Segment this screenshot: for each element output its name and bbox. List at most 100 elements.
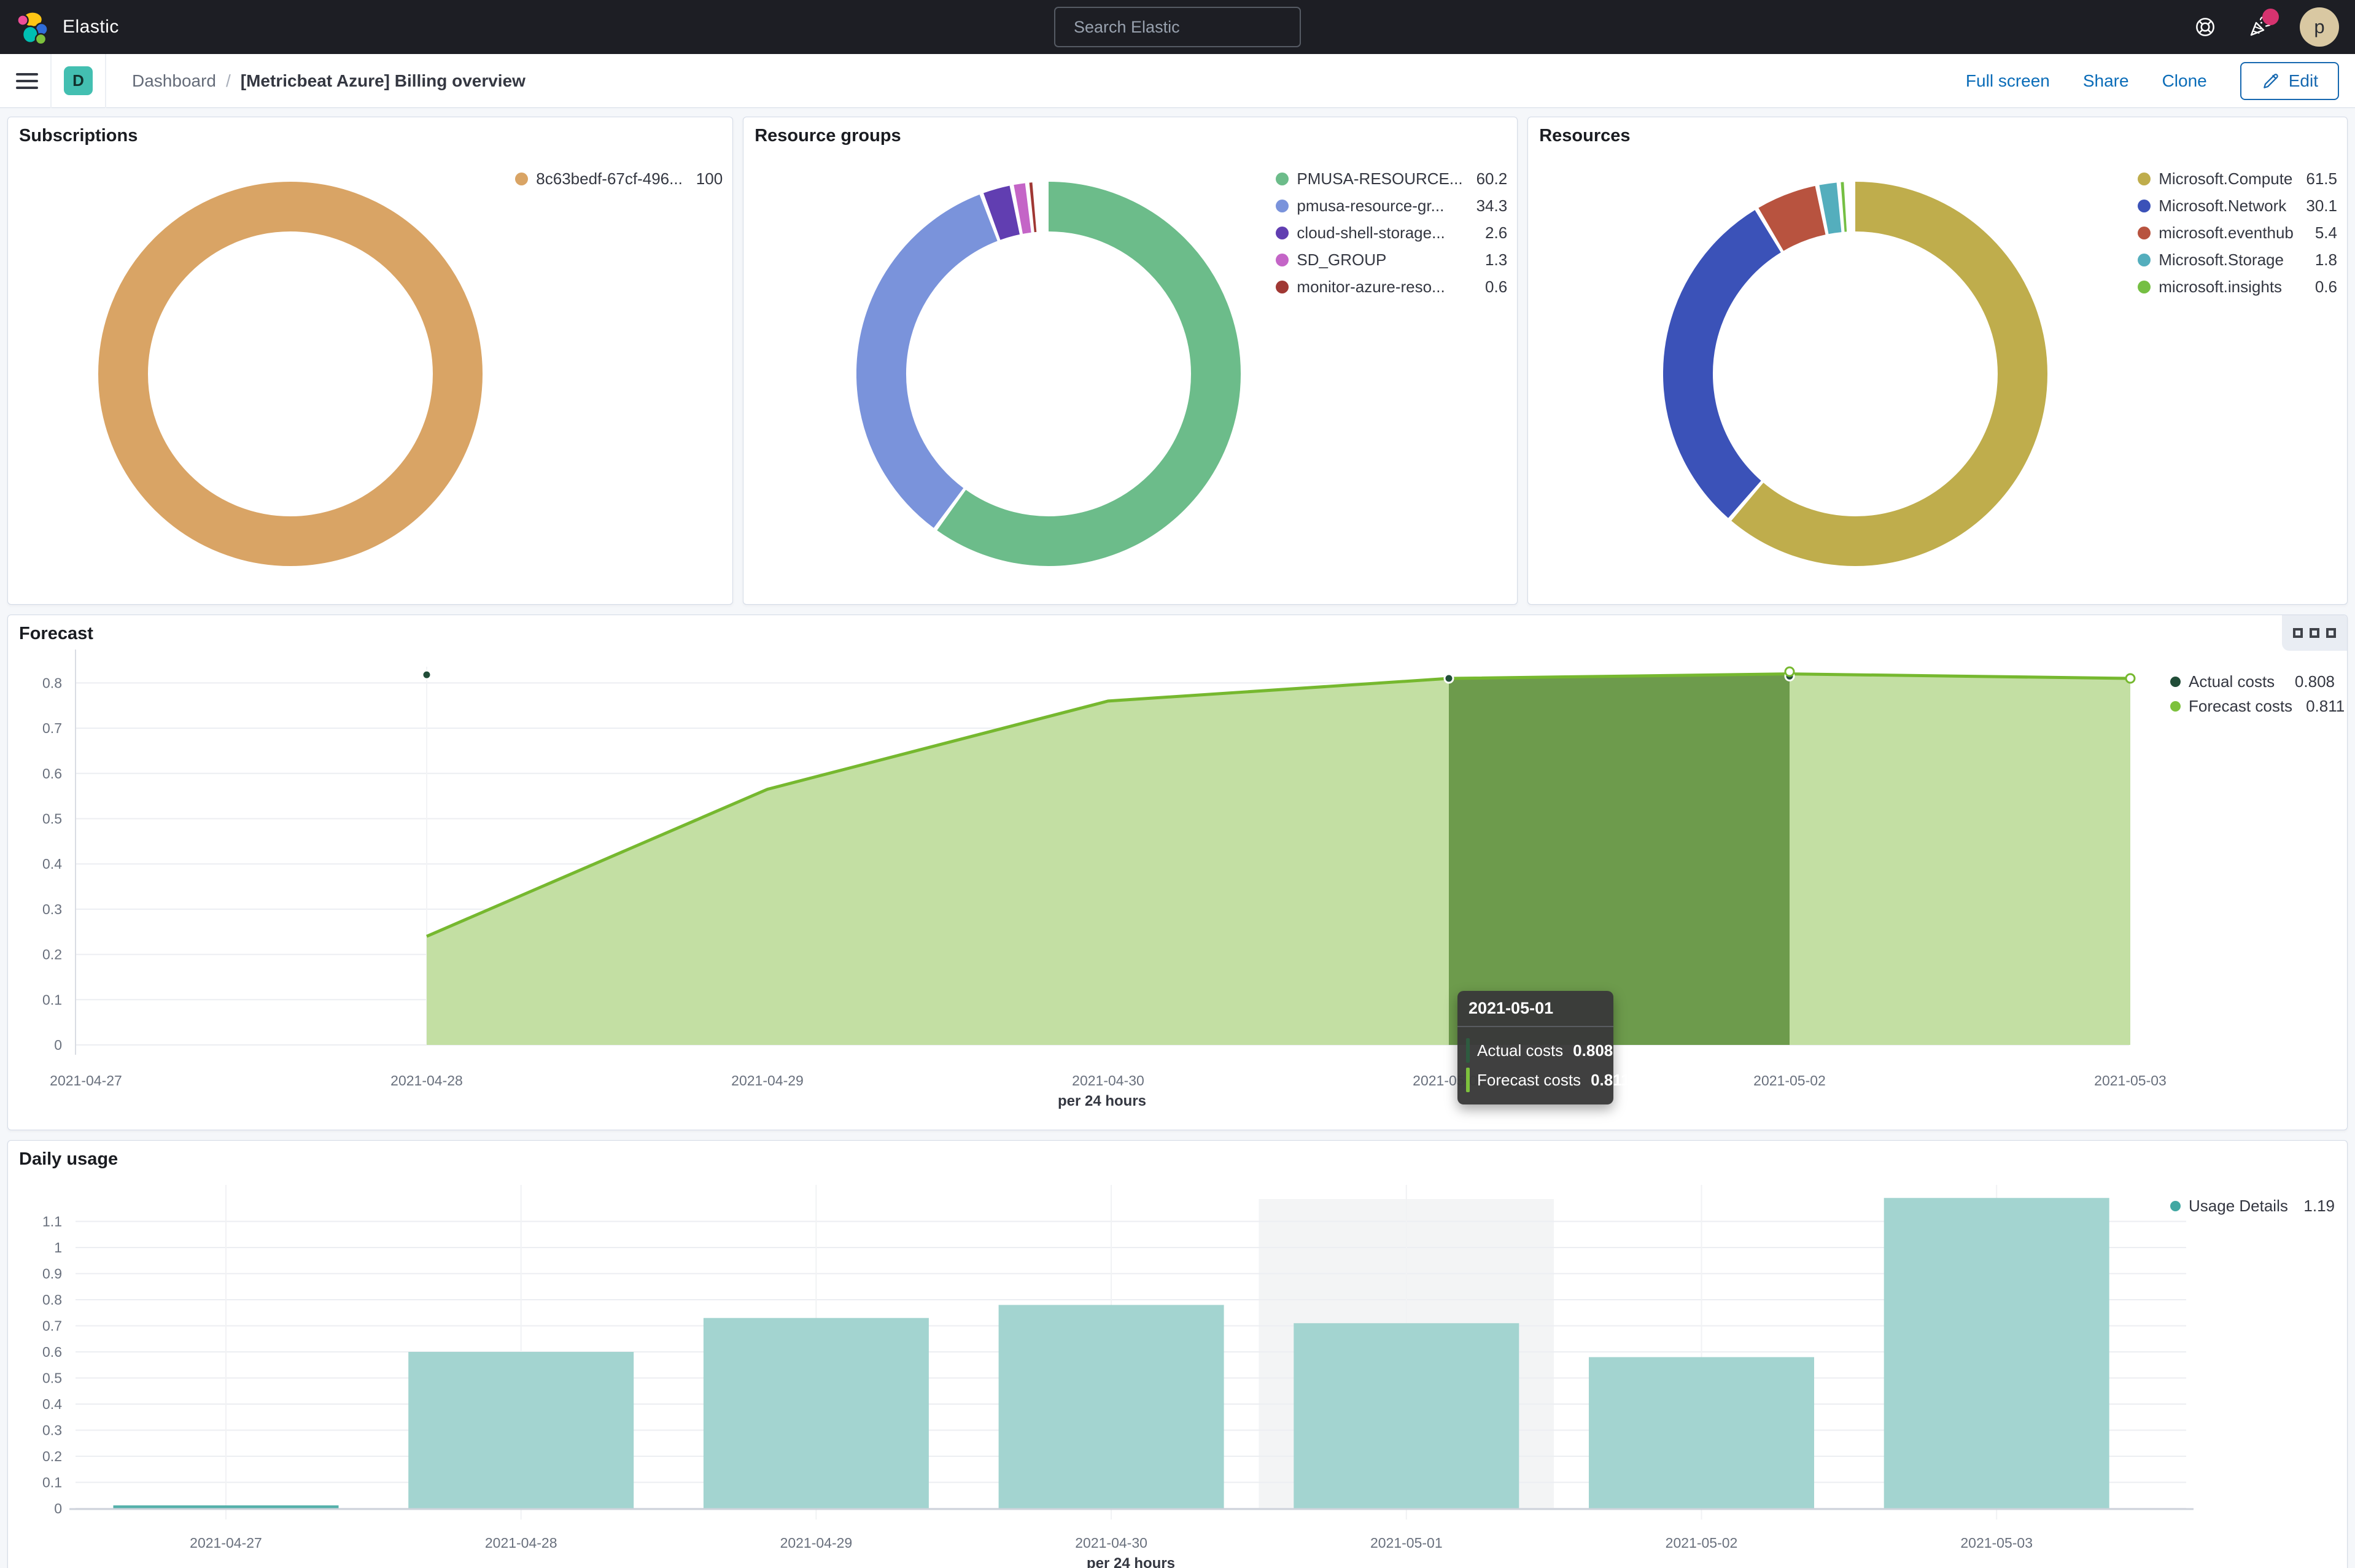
legend-value: 1.3 — [1472, 250, 1507, 270]
legend-value: 0.6 — [1472, 278, 1507, 297]
y-axis-label: 0.4 — [42, 1396, 62, 1412]
usage-bar[interactable] — [408, 1352, 634, 1508]
legend-item[interactable]: Microsoft.Compute61.5 — [2138, 165, 2337, 192]
usage-bar[interactable] — [999, 1305, 1224, 1509]
donut-svg — [1663, 182, 2047, 566]
legend-item[interactable]: Microsoft.Storage1.8 — [2138, 246, 2337, 273]
edit-button[interactable]: Edit — [2240, 62, 2339, 100]
legend-item[interactable]: microsoft.eventhub5.4 — [2138, 219, 2337, 246]
daily-usage-chart: 00.10.20.30.40.50.60.70.80.911.12021-04-… — [8, 1141, 2347, 1568]
help-icon[interactable] — [2192, 14, 2219, 41]
legend-label: PMUSA-RESOURCE... — [1297, 169, 1462, 188]
elastic-logo-icon[interactable] — [16, 10, 49, 44]
legend-color-dot — [2170, 701, 2181, 712]
usage-bar[interactable] — [1589, 1357, 1814, 1509]
divider — [50, 54, 52, 108]
search-input[interactable] — [1074, 18, 1291, 37]
legend-value: 0.811 — [2292, 697, 2345, 716]
edit-button-label: Edit — [2289, 71, 2318, 91]
legend-color-dot — [2138, 254, 2151, 266]
usage-bar[interactable] — [1884, 1198, 2109, 1508]
x-axis-label: 2021-05-03 — [2094, 1073, 2167, 1089]
x-axis-label: 2021-04-30 — [1072, 1073, 1144, 1089]
legend-label: monitor-azure-reso... — [1297, 278, 1445, 297]
panel-options-icon — [2293, 628, 2303, 638]
legend-item[interactable]: monitor-azure-reso... 0.6 — [1276, 273, 1507, 300]
subscriptions-legend: 8c63bedf-67cf-496...100 — [515, 165, 723, 192]
panel-title: Resources — [1539, 126, 1630, 146]
legend-item[interactable]: SD_GROUP 1.3 — [1276, 246, 1507, 273]
legend-item[interactable]: PMUSA-RESOURCE...60.2 — [1276, 165, 1507, 192]
panel-title: Forecast — [19, 624, 93, 644]
y-axis-label: 0.5 — [42, 1370, 62, 1386]
legend-item[interactable]: cloud-shell-storage...2.6 — [1276, 219, 1507, 246]
point-marker — [1785, 667, 1794, 676]
y-axis-label: 0 — [54, 1500, 62, 1516]
forecast-x-axis-title: per 24 hours — [1058, 1093, 1146, 1110]
user-avatar[interactable]: p — [2300, 7, 2339, 47]
forecast-chart: 00.10.20.30.40.50.60.70.82021-04-272021-… — [8, 615, 2347, 1130]
daily-x-axis-title: per 24 hours — [1087, 1555, 1175, 1568]
resources-donut-chart — [1663, 182, 2047, 566]
x-axis-label: 2021-04-28 — [390, 1073, 463, 1089]
top-navbar: Elastic — [0, 0, 2355, 54]
donut-slice[interactable] — [123, 207, 458, 541]
global-search-box[interactable] — [1054, 7, 1301, 47]
pencil-icon — [2261, 71, 2281, 91]
legend-item[interactable]: Usage Details1.19 — [2170, 1193, 2335, 1218]
panel-options-icon — [2326, 628, 2336, 638]
y-axis-label: 0.2 — [42, 947, 62, 963]
daily-usage-legend: Usage Details1.19 — [2170, 1193, 2335, 1218]
tooltip-title: 2021-05-01 — [1457, 991, 1613, 1027]
tooltip-series-color — [1466, 1038, 1470, 1063]
legend-value: 30.1 — [2292, 196, 2337, 215]
legend-label: microsoft.insights — [2159, 278, 2282, 297]
panel-title: Subscriptions — [19, 126, 138, 146]
share-button[interactable]: Share — [2083, 71, 2129, 91]
legend-color-dot — [2170, 1201, 2181, 1211]
panel-daily-usage: Daily usage 00.10.20.30.40.50.60.70.80.9… — [7, 1140, 2348, 1568]
full-screen-button[interactable]: Full screen — [1966, 71, 2050, 91]
y-axis-label: 0.1 — [42, 1475, 62, 1491]
dashboard-app-badge[interactable]: D — [64, 66, 93, 95]
usage-bar[interactable] — [114, 1505, 339, 1508]
legend-item[interactable]: Microsoft.Network30.1 — [2138, 192, 2337, 219]
usage-bar[interactable] — [1294, 1323, 1519, 1508]
resource-groups-donut-chart — [856, 182, 1241, 566]
newsfeed-icon[interactable] — [2246, 14, 2273, 41]
legend-item[interactable]: Actual costs0.808 — [2170, 669, 2335, 694]
legend-color-dot — [515, 173, 528, 185]
legend-item[interactable]: Forecast costs0.811 — [2170, 694, 2335, 718]
usage-bar[interactable] — [704, 1318, 929, 1508]
y-axis-label: 0.6 — [42, 766, 62, 782]
forecast-costs-area[interactable] — [427, 674, 2130, 1045]
clone-button[interactable]: Clone — [2162, 71, 2207, 91]
x-axis-label: 2021-04-29 — [780, 1535, 853, 1551]
point-marker — [422, 670, 431, 679]
breadcrumb-separator: / — [226, 71, 231, 91]
legend-item[interactable]: 8c63bedf-67cf-496...100 — [515, 165, 723, 192]
panel-title: Daily usage — [19, 1149, 118, 1170]
legend-item[interactable]: pmusa-resource-gr...34.3 — [1276, 192, 1507, 219]
tooltip-series-value: 0.808 — [1563, 1038, 1613, 1063]
panel-options-button[interactable] — [2282, 615, 2347, 651]
legend-value: 100 — [683, 169, 723, 188]
breadcrumb-dashboard-link[interactable]: Dashboard — [132, 71, 216, 91]
legend-color-dot — [2138, 200, 2151, 212]
x-axis-label: 2021-04-27 — [50, 1073, 122, 1089]
actual-costs-band[interactable] — [1449, 674, 1790, 1045]
brand-title: Elastic — [63, 17, 119, 37]
legend-label: Usage Details — [2189, 1197, 2288, 1216]
menu-icon[interactable] — [16, 73, 38, 89]
donut-svg — [98, 182, 483, 566]
x-axis-label: 2021-05-01 — [1370, 1535, 1443, 1551]
y-axis-label: 0.6 — [42, 1344, 62, 1360]
forecast-svg: 00.10.20.30.40.50.60.70.82021-04-272021-… — [8, 615, 2347, 1130]
legend-label: Forecast costs — [2189, 697, 2292, 716]
panel-forecast: Forecast 00.10.20.30.40.50.60.70.82021-0… — [7, 615, 2348, 1130]
legend-item[interactable]: microsoft.insights0.6 — [2138, 273, 2337, 300]
tooltip-series-value: 0.811 — [1581, 1068, 1630, 1092]
dashboard-grid: Subscriptions 8c63bedf-67cf-496...100 Re… — [0, 108, 2355, 1568]
legend-label: SD_GROUP — [1297, 250, 1386, 270]
x-axis-label: 2021-04-29 — [731, 1073, 804, 1089]
